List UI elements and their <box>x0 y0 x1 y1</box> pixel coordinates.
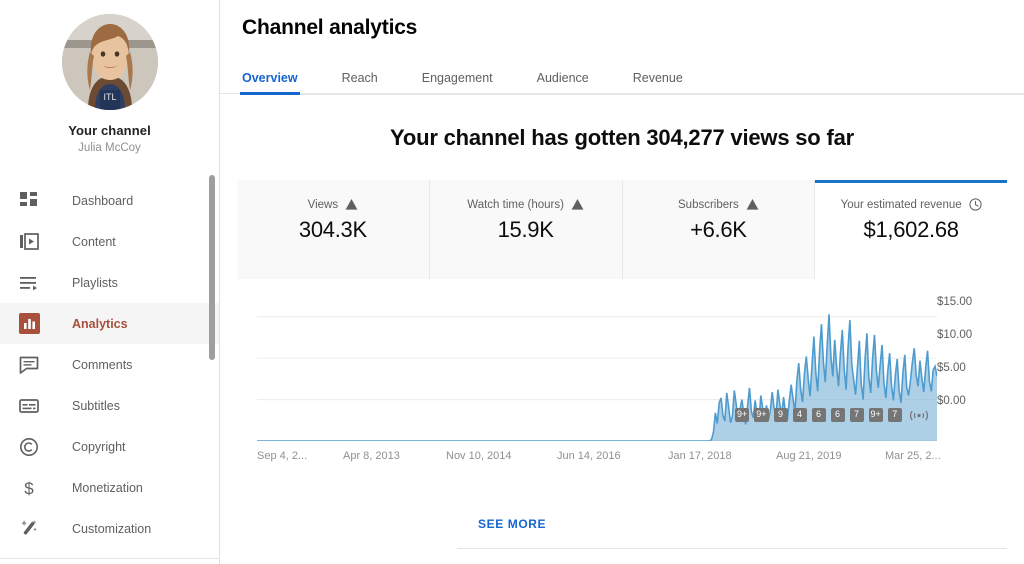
metric-cards: Views 304.3K Watch time (hours) 15.9K Su… <box>237 180 1007 279</box>
status-badge[interactable]: 9 <box>773 408 788 422</box>
metric-card-value: $1,602.68 <box>863 217 959 242</box>
sidebar-item-label: Customization <box>72 521 152 536</box>
sidebar-item-dashboard[interactable]: Dashboard <box>0 180 219 221</box>
analytics-tabs: Overview Reach Engagement Audience Reven… <box>220 62 1024 95</box>
sidebar-scrollbar[interactable] <box>209 175 215 360</box>
metric-card-label-row: Watch time (hours) <box>467 198 584 211</box>
comments-icon <box>17 353 41 377</box>
sidebar-item-customization[interactable]: Customization <box>0 508 219 549</box>
metric-card-label-row: Views <box>308 198 358 211</box>
status-badge[interactable]: 6 <box>811 408 826 422</box>
page-title: Channel analytics <box>242 16 418 39</box>
copyright-icon <box>17 435 41 459</box>
warning-triangle-icon <box>746 198 759 211</box>
tab-reach[interactable]: Reach <box>342 71 378 94</box>
sidebar-item-label: Content <box>72 234 116 249</box>
sidebar-item-label: Playlists <box>72 275 118 290</box>
sidebar-item-playlists[interactable]: Playlists <box>0 262 219 303</box>
status-badge[interactable]: 6 <box>830 408 845 422</box>
sidebar-item-comments[interactable]: Comments <box>0 344 219 385</box>
metric-card-views[interactable]: Views 304.3K <box>237 180 430 279</box>
x-tick-label: Apr 8, 2013 <box>343 450 400 462</box>
y-tick-label: $10.00 <box>937 329 973 341</box>
metric-card-value: 304.3K <box>298 217 367 242</box>
x-tick-label: Sep 4, 2... <box>257 450 308 462</box>
status-badge[interactable]: 9+ <box>735 408 750 422</box>
tab-engagement[interactable]: Engagement <box>422 71 493 94</box>
chart-x-axis: Sep 4, 2... Apr 8, 2013 Nov 10, 2014 Jun… <box>237 450 1007 470</box>
y-tick-label: $5.00 <box>937 362 966 374</box>
x-tick-label: Nov 10, 2014 <box>446 450 512 462</box>
sidebar-item-label: Subtitles <box>72 398 120 413</box>
metric-card-watch-time[interactable]: Watch time (hours) 15.9K <box>429 180 623 279</box>
status-badge[interactable]: 7 <box>887 408 902 422</box>
sidebar-nav: Dashboard Content Playlists Analytics Co… <box>0 180 219 564</box>
metric-card-label: Your estimated revenue <box>840 198 962 211</box>
main-content: Channel analytics Overview Reach Engagem… <box>220 0 1024 564</box>
status-badge[interactable]: 9+ <box>868 408 883 422</box>
monetization-icon: $ <box>17 476 41 500</box>
x-tick-label: Aug 21, 2019 <box>776 450 842 462</box>
x-tick-label: Jan 17, 2018 <box>668 450 732 462</box>
playlists-icon <box>17 271 41 295</box>
metric-card-label: Subscribers <box>678 198 739 211</box>
y-tick-label: $15.00 <box>937 296 973 308</box>
metric-card-subscribers[interactable]: Subscribers +6.6K <box>622 180 816 279</box>
metric-card-value: 15.9K <box>497 217 554 242</box>
tab-overview[interactable]: Overview <box>240 71 300 95</box>
metric-card-label: Watch time (hours) <box>467 198 564 211</box>
sidebar-item-label: Comments <box>72 357 133 372</box>
channel-name: Julia McCoy <box>78 142 141 154</box>
sidebar-item-subtitles[interactable]: Subtitles <box>0 385 219 426</box>
clock-icon <box>969 198 982 211</box>
card-bottom-divider <box>457 548 1007 549</box>
y-tick-label: $0.00 <box>937 395 966 407</box>
tab-revenue[interactable]: Revenue <box>633 71 683 94</box>
sidebar-item-label: Monetization <box>72 480 143 495</box>
analytics-icon <box>17 312 41 336</box>
x-tick-label: Jun 14, 2016 <box>557 450 621 462</box>
warning-triangle-icon <box>571 198 584 211</box>
metric-card-estimated-revenue[interactable]: Your estimated revenue $1,602.68 <box>815 180 1007 279</box>
channel-block: ITL Your channel Julia McCoy <box>0 0 219 164</box>
revenue-chart: $15.00 $10.00 $5.00 $0.00 9+ 9+ 9 4 6 6 … <box>237 288 1007 503</box>
content-icon <box>17 230 41 254</box>
sidebar-item-analytics[interactable]: Analytics <box>0 303 219 344</box>
metric-card-label-row: Subscribers <box>678 198 759 211</box>
headline: Your channel has gotten 304,277 views so… <box>390 125 854 150</box>
svg-text:ITL: ITL <box>103 92 116 102</box>
your-channel-label: Your channel <box>68 123 151 138</box>
status-badges: 9+ 9+ 9 4 6 6 7 9+ 7 <box>735 408 929 422</box>
sidebar-item-label: Analytics <box>72 316 128 331</box>
customization-icon <box>17 517 41 541</box>
youtube-studio-analytics-page: ITL Your channel Julia McCoy Dashboard C… <box>0 0 1024 564</box>
sidebar-item-monetization[interactable]: $ Monetization <box>0 467 219 508</box>
warning-triangle-icon <box>345 198 358 211</box>
status-badge[interactable]: 4 <box>792 408 807 422</box>
sidebar-item-content[interactable]: Content <box>0 221 219 262</box>
sidebar-item-label: Copyright <box>72 439 126 454</box>
metric-card-value: +6.6K <box>690 217 747 242</box>
tab-audience[interactable]: Audience <box>537 71 589 94</box>
dashboard-icon <box>17 189 41 213</box>
avatar[interactable]: ITL <box>61 14 158 110</box>
sidebar-item-partial[interactable] <box>0 559 219 564</box>
status-badge[interactable]: 7 <box>849 408 864 422</box>
metric-card-label: Views <box>307 198 339 211</box>
svg-text:$: $ <box>24 479 34 498</box>
see-more-link[interactable]: SEE MORE <box>478 517 546 531</box>
status-badge[interactable]: 9+ <box>754 408 769 422</box>
sidebar-item-copyright[interactable]: Copyright <box>0 426 219 467</box>
sidebar-item-label: Dashboard <box>72 193 134 208</box>
sidebar: ITL Your channel Julia McCoy Dashboard C… <box>0 0 220 564</box>
broadcast-icon[interactable] <box>909 409 929 422</box>
metric-card-label-row: Your estimated revenue <box>841 198 982 211</box>
subtitles-icon <box>17 394 41 418</box>
x-tick-label: Mar 25, 2... <box>885 450 941 462</box>
